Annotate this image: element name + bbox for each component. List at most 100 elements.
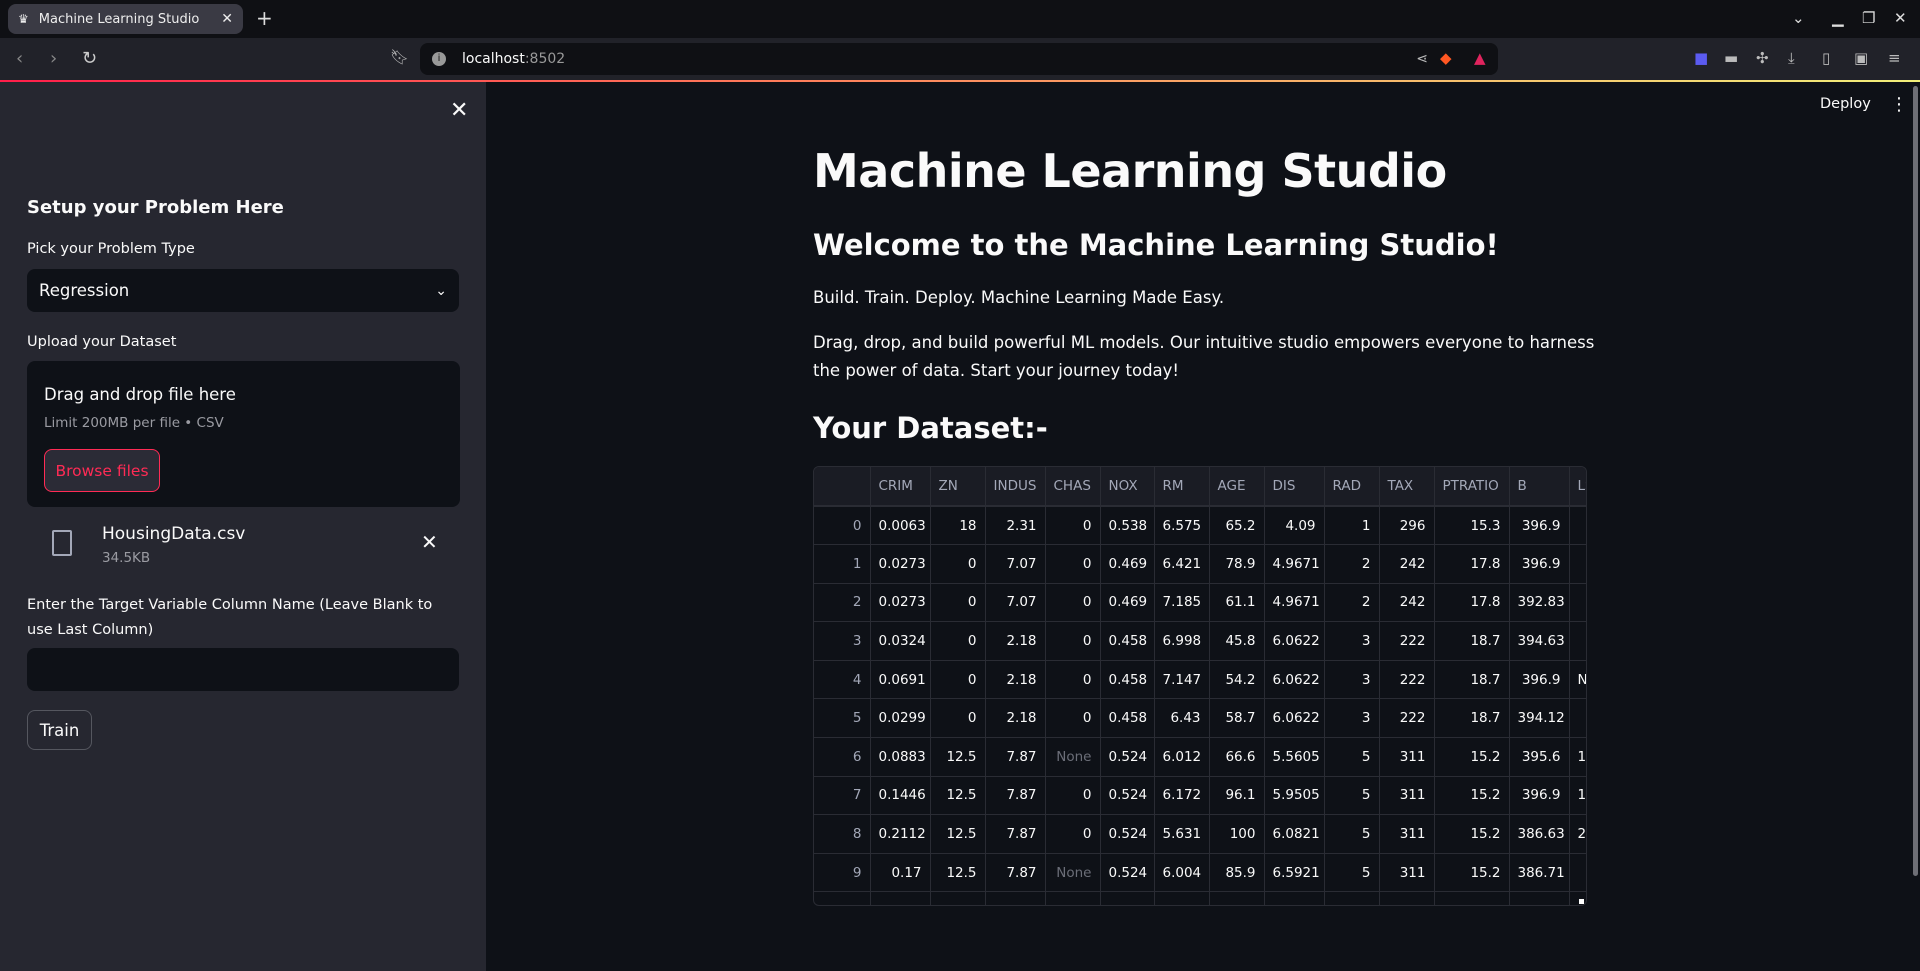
address-bar[interactable]: i localhost:8502 ⋖ [420,43,1498,75]
table-cell[interactable]: 222 [1379,621,1435,661]
extensions-puzzle-icon[interactable]: ✣ [1756,49,1769,67]
column-header[interactable]: AGE [1209,467,1265,507]
table-cell[interactable]: 2 [1324,583,1380,623]
table-cell[interactable]: 4.9671 [1264,583,1325,623]
forward-icon[interactable]: › [50,48,57,69]
table-cell[interactable]: 85.9 [1209,853,1265,893]
table-cell[interactable]: 17.8 [1434,583,1510,623]
table-cell[interactable] [1569,853,1586,893]
table-cell[interactable]: 6.43 [1154,698,1210,739]
train-button[interactable]: Train [27,710,92,750]
share-icon[interactable]: ⋖ [1416,51,1428,67]
row-index[interactable]: 7 [814,776,871,816]
table-cell[interactable]: 222 [1379,660,1435,700]
table-cell[interactable]: 6.012 [1154,737,1210,777]
table-cell[interactable] [1569,583,1586,623]
table-cell[interactable]: 0 [1045,698,1101,739]
table-cell[interactable]: 0.17 [870,853,931,893]
table-cell[interactable]: 7.07 [985,544,1046,584]
table-cell[interactable]: 6.998 [1154,621,1210,661]
table-cell[interactable]: 1 [1324,506,1380,546]
restore-icon[interactable]: ❐ [1862,9,1875,27]
table-cell[interactable]: 386.71 [1509,853,1570,893]
table-cell[interactable]: 6.172 [1154,776,1210,816]
table-cell[interactable]: 396.9 [1509,776,1570,816]
extension-icon-2[interactable]: ▬ [1724,49,1738,67]
index-header[interactable] [814,467,871,507]
table-cell[interactable]: 6.421 [1154,544,1210,584]
table-cell[interactable]: 17.8 [1434,544,1510,584]
table-cell[interactable]: 18.7 [1434,621,1510,661]
table-cell[interactable]: 0.0273 [870,583,931,623]
row-index[interactable]: 4 [814,660,871,700]
column-header[interactable]: NOX [1100,467,1155,507]
table-cell[interactable]: 15.2 [1434,814,1510,854]
table-cell[interactable]: 0.0324 [870,621,931,661]
extension-icon[interactable]: ■ [1694,49,1708,67]
table-cell[interactable]: 0.1446 [870,776,931,816]
table-cell[interactable]: 78.9 [1209,544,1265,584]
main-menu-icon[interactable]: ⋮ [1890,94,1908,115]
table-cell[interactable]: 15.2 [1434,737,1510,777]
table-cell[interactable]: 311 [1379,776,1435,816]
table-cell[interactable]: 2.18 [985,698,1046,739]
table-cell[interactable]: 12.5 [930,853,986,893]
close-window-icon[interactable]: ✕ [1894,9,1907,27]
table-cell[interactable]: 0 [1045,583,1101,623]
table-cell[interactable]: 7.147 [1154,660,1210,700]
table-cell[interactable]: 242 [1379,583,1435,623]
table-cell[interactable]: 15.2 [1434,853,1510,893]
table-cell[interactable]: 2.18 [985,660,1046,700]
table-cell[interactable]: 0.538 [1100,506,1155,546]
table-cell[interactable]: 18.7 [1434,698,1510,739]
table-cell[interactable]: 2.31 [985,506,1046,546]
table-cell[interactable]: 394.63 [1509,621,1570,661]
table-cell[interactable]: 4.9671 [1264,544,1325,584]
table-cell[interactable]: 242 [1379,544,1435,584]
row-index[interactable]: 9 [814,853,871,893]
table-cell[interactable]: 65.2 [1209,506,1265,546]
table-cell[interactable]: 12.5 [930,776,986,816]
table-cell[interactable]: 0 [1045,660,1101,700]
table-cell[interactable]: 5 [1324,853,1380,893]
table-cell[interactable]: 0 [1045,621,1101,661]
problem-type-select[interactable]: Regression ⌄ [27,269,459,312]
table-cell[interactable]: 395.6 [1509,737,1570,777]
table-cell[interactable]: 0.0883 [870,737,931,777]
table-cell[interactable]: 58.7 [1209,698,1265,739]
table-cell[interactable]: 18 [930,506,986,546]
table-cell[interactable] [1569,621,1586,661]
tab-list-chevron-icon[interactable]: ⌄ [1792,9,1805,27]
table-cell[interactable]: 12.5 [930,814,986,854]
table-cell[interactable]: 311 [1379,814,1435,854]
menu-icon[interactable]: ≡ [1888,49,1901,67]
table-cell[interactable]: 6.004 [1154,853,1210,893]
table-cell[interactable]: 96.1 [1209,776,1265,816]
row-index[interactable]: 6 [814,737,871,777]
table-cell[interactable]: 396.9 [1509,660,1570,700]
column-header[interactable]: INDUS [985,467,1046,507]
table-cell[interactable]: 5 [1324,776,1380,816]
table-cell[interactable]: 7.87 [985,853,1046,893]
table-cell[interactable]: 2 [1569,814,1586,854]
table-cell[interactable]: 394.12 [1509,698,1570,739]
row-index[interactable]: 0 [814,506,871,546]
target-variable-input[interactable] [27,648,459,691]
table-cell[interactable]: 5 [1324,737,1380,777]
table-cell[interactable]: 1 [1569,776,1586,816]
table-cell[interactable]: 0.0691 [870,660,931,700]
table-cell[interactable]: None [1045,853,1101,893]
table-cell[interactable]: 6.5921 [1264,853,1325,893]
table-cell[interactable]: 3 [1324,660,1380,700]
table-cell[interactable]: 296 [1379,506,1435,546]
table-cell[interactable]: 100 [1209,814,1265,854]
remove-file-icon[interactable]: ✕ [421,530,438,554]
table-cell[interactable]: 0 [1045,506,1101,546]
table-cell[interactable]: 392.83 [1509,583,1570,623]
table-cell[interactable]: 0.469 [1100,583,1155,623]
bookmark-icon[interactable]: 🔖︎ [390,48,409,66]
table-cell[interactable]: 4.09 [1264,506,1325,546]
table-cell[interactable]: 222 [1379,698,1435,739]
column-header[interactable]: LS [1569,467,1586,507]
table-cell[interactable]: 45.8 [1209,621,1265,661]
